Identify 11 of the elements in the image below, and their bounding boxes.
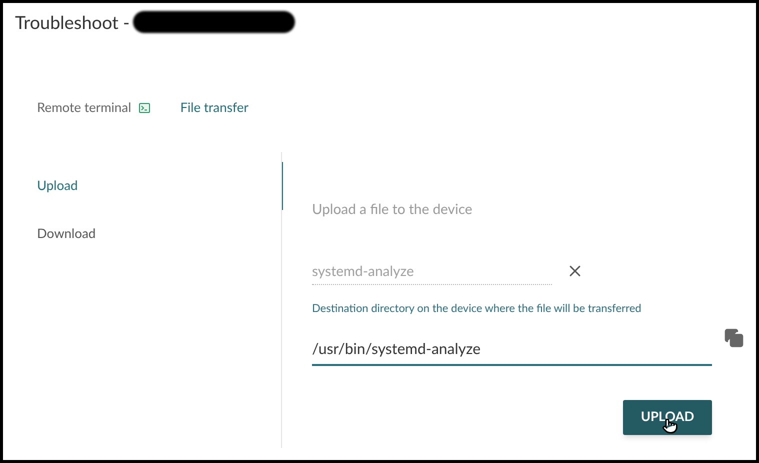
side-tab[interactable]: Upload — [3, 162, 283, 210]
upload-button[interactable]: UPLOAD — [623, 400, 712, 434]
hint-text: Destination directory on the device where the file will be transferred — [312, 301, 642, 317]
dialog-title: Troubleshoot - — [15, 10, 130, 34]
panel-heading: Upload a file to the device — [312, 199, 474, 219]
tab[interactable]: File transfer — [180, 98, 248, 118]
side-tab[interactable]: Download — [3, 210, 283, 258]
destination-field[interactable]: /usr/bin/systemd-analyze — [312, 334, 712, 366]
copy-icon[interactable] — [724, 328, 744, 348]
tab[interactable]: Remote terminal — [37, 98, 150, 118]
terminal-icon — [139, 103, 150, 113]
